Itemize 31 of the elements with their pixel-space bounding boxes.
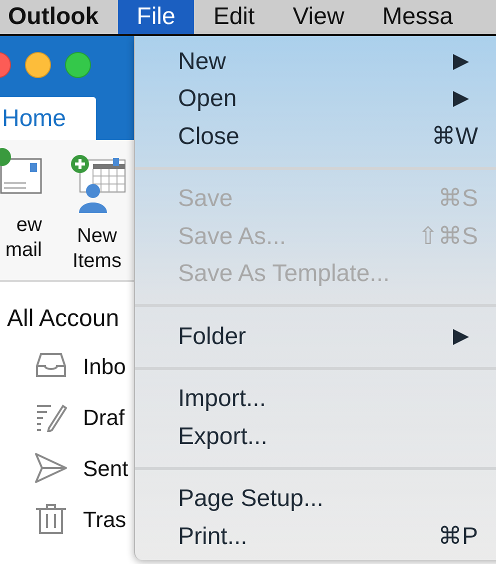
menu-item[interactable]: New xyxy=(135,43,496,80)
menu-item[interactable]: Print... ⌘P xyxy=(135,518,496,556)
menu-title[interactable]: View xyxy=(274,0,364,34)
ribbon-button[interactable]: ew mail xyxy=(5,213,42,263)
shortcut-text: ⌘W xyxy=(431,122,478,152)
menu-item[interactable]: Page Setup... xyxy=(135,480,496,518)
send-icon xyxy=(35,453,67,483)
menu-title[interactable]: Messa xyxy=(363,0,472,34)
minimize-window-button[interactable] xyxy=(25,52,51,78)
mailbox-link[interactable]: Tras xyxy=(83,502,126,536)
pencil-icon xyxy=(35,402,67,432)
mailbox-link[interactable]: Inbo xyxy=(83,350,126,382)
mailbox-link[interactable]: Draf xyxy=(83,400,125,434)
menu-item[interactable]: Close ⌘W xyxy=(135,118,496,156)
ribbon-button[interactable]: New Items xyxy=(72,224,122,274)
new-items-icon xyxy=(68,155,126,213)
menu-item[interactable]: Folder xyxy=(135,318,496,356)
inbox-icon xyxy=(35,352,67,380)
menu-title[interactable]: File xyxy=(118,0,194,34)
ribbon-tab[interactable]: Home xyxy=(0,97,96,140)
zoom-window-button[interactable] xyxy=(65,52,91,78)
menu-item[interactable]: Export... xyxy=(135,418,496,456)
mailbox-link[interactable]: Sent xyxy=(83,452,128,484)
menu-item[interactable]: Import... xyxy=(135,380,496,418)
shortcut-text: ⇧⌘S xyxy=(418,222,478,252)
shortcut-text: ⌘P xyxy=(438,522,478,552)
shortcut-text: ⌘S xyxy=(438,184,478,214)
app-menu[interactable]: Outlook xyxy=(0,0,118,34)
menu-item[interactable]: Open xyxy=(135,80,496,118)
trash-icon xyxy=(35,503,67,535)
menu-title[interactable]: Edit xyxy=(194,0,274,34)
